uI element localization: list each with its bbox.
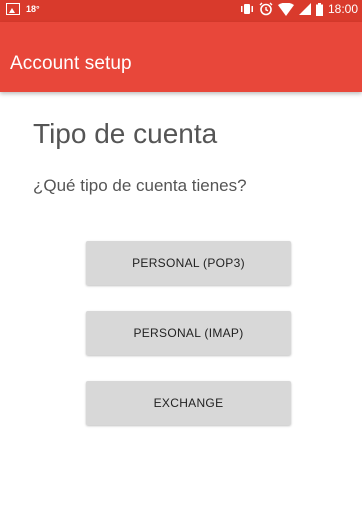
alarm-icon <box>259 2 273 16</box>
exchange-button[interactable]: EXCHANGE <box>86 381 291 425</box>
temperature-label: 18° <box>26 4 40 14</box>
app-bar: Account setup <box>0 22 362 92</box>
clock-time: 18:00 <box>327 2 358 16</box>
status-right: 18:00 <box>240 2 358 16</box>
status-left: 18° <box>6 3 40 15</box>
personal-imap-button[interactable]: PERSONAL (IMAP) <box>86 311 291 355</box>
battery-icon <box>315 2 323 16</box>
page-heading: Tipo de cuenta <box>33 118 218 149</box>
personal-pop3-button[interactable]: PERSONAL (POP3) <box>86 241 291 285</box>
account-type-screen: Tipo de cuenta ¿Qué tipo de cuenta tiene… <box>0 92 362 510</box>
vibrate-icon <box>240 3 254 15</box>
status-bar: 18° 18:00 <box>0 0 362 22</box>
image-icon <box>6 3 20 15</box>
wifi-icon <box>277 2 294 16</box>
signal-icon <box>298 3 311 15</box>
account-type-question: ¿Qué tipo de cuenta tienes? <box>33 176 247 195</box>
app-title: Account setup <box>10 53 132 74</box>
